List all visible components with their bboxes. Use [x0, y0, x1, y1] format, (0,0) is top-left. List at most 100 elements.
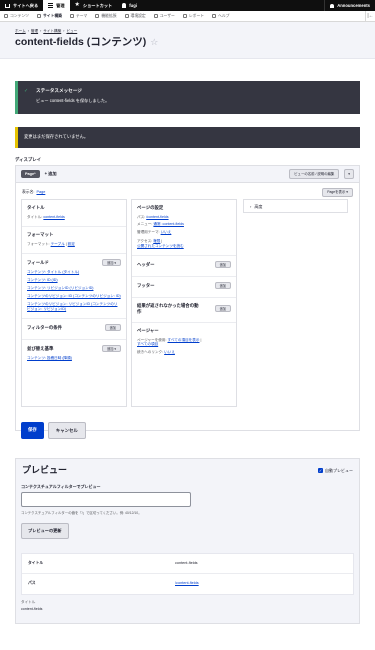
shortcuts-tab[interactable]: ★ ショートカット — [70, 0, 118, 11]
title-section: タイトル タイトル: content-fields — [22, 200, 126, 228]
path-row: パス: /content-fields — [137, 215, 231, 219]
format-settings-link[interactable]: 設定 — [68, 242, 75, 246]
path-link[interactable]: /content-fields — [146, 215, 168, 219]
contextual-filter-input[interactable] — [21, 492, 191, 508]
collapse-icon: |← — [367, 12, 374, 19]
menu-item-content[interactable]: コンテンツ — [0, 11, 33, 22]
collapse-tray-button[interactable]: |← — [365, 10, 375, 22]
advanced-label: 高度 — [254, 204, 263, 210]
view-page-button[interactable]: Pageを表示 ▾ — [322, 188, 353, 197]
announcements-tab[interactable]: Announcements — [324, 0, 375, 11]
title-row: タイトル: content-fields — [27, 215, 121, 219]
table-row: パス /content-fields — [22, 574, 353, 594]
menu-item-extend[interactable]: 機能拡張 — [91, 11, 120, 22]
breadcrumb-views[interactable]: ビュー — [66, 29, 77, 33]
breadcrumb: ホーム › 管理 › サイト構築 › ビュー — [15, 29, 360, 33]
update-preview-button[interactable]: プレビューの更新 — [21, 522, 69, 539]
star-icon: ★ — [74, 2, 80, 8]
user-label: fugi — [129, 2, 137, 8]
no-results-section: 結果が返されなかった場合の動作 追加 — [132, 298, 236, 324]
access-permission-link[interactable]: 公開されたコンテンツを読む — [137, 244, 184, 248]
separator: | — [65, 241, 67, 246]
field-item[interactable]: コンテンツ: タイトル (タイトル) — [27, 270, 121, 274]
menu-item-help[interactable]: ヘルプ — [208, 11, 233, 22]
tab-page-display[interactable]: Page* — [21, 169, 40, 179]
appearance-icon — [69, 14, 74, 18]
breadcrumb-structure[interactable]: サイト構築 — [43, 29, 61, 33]
pager-section-heading: ページャー — [137, 328, 159, 334]
edit-view-dropdown-button[interactable]: ▾ — [344, 169, 354, 179]
header-section-heading: ヘッダー 追加 — [137, 261, 231, 269]
footer-section-title: フッター — [137, 282, 155, 288]
title-row-link[interactable]: content-fields — [43, 215, 64, 219]
more-link-row: 続きへのリンク: いいえ — [137, 350, 231, 354]
fields-add-button[interactable]: 追加 ▾ — [102, 259, 121, 267]
auto-preview-checkbox[interactable]: ✓ 自動プレビュー — [318, 468, 353, 474]
pager-link[interactable]: すべての項目を表示 — [168, 338, 200, 342]
page-header: ホーム › 管理 › サイト構築 › ビュー content-fields (コンテン… — [0, 22, 375, 59]
star-shortcut-icon[interactable]: ☆ — [150, 37, 158, 48]
shortcuts-label: ショートカット — [82, 2, 113, 8]
title-section-heading: タイトル — [27, 205, 45, 211]
menu-label: メニュー: — [137, 222, 153, 227]
admin-menu-tray: コンテンツ サイト構築 テーマ 機能拡張 環境設定 ユーザー レポート ヘルプ … — [0, 10, 375, 22]
pager-row: ページャーを使用: すべての項目を表示 | すべての項目 — [137, 338, 231, 347]
format-section-heading: フォーマット — [27, 232, 54, 238]
pager-items-link[interactable]: すべての項目 — [137, 342, 158, 346]
table-value-link[interactable]: /content-fields — [175, 581, 199, 586]
format-link[interactable]: テーブル — [51, 242, 65, 246]
admin-theme-link[interactable]: いいえ — [161, 230, 172, 234]
save-button[interactable]: 保存 — [21, 422, 44, 439]
admin-theme-row: 管理用テーマ: いいえ — [137, 230, 231, 234]
config-icon — [124, 14, 129, 18]
admin-toolbar: サイトへ戻る 管理 ★ ショートカット fugi Announcements — [0, 0, 375, 11]
more-link[interactable]: いいえ — [164, 350, 175, 354]
field-item[interactable]: コンテンツのリビジョン: リビジョンID (コンテンツのリビジョン: リビジョン… — [27, 302, 121, 311]
field-item[interactable]: コンテンツ: リビジョンID (リビジョンID) — [27, 286, 121, 290]
sort-item[interactable]: コンテンツ: 投稿日時 (降順) — [27, 356, 121, 360]
sort-add-button[interactable]: 追加 ▾ — [102, 345, 121, 353]
menu-item-config[interactable]: 環境設定 — [121, 11, 150, 22]
cancel-button[interactable]: キャンセル — [47, 422, 86, 439]
page-title-row: content-fields (コンテンツ) ☆ — [15, 36, 360, 49]
back-to-site-link[interactable]: サイトへ戻る — [0, 0, 43, 11]
format-row-label: フォーマット: — [27, 241, 50, 246]
home-icon — [5, 4, 10, 8]
preview-header: プレビュー ✓ 自動プレビュー — [16, 459, 359, 476]
preview-body: コンテクスチュアルフィルターでプレビュー コンテクスチュアルフィルターの値を「/… — [16, 476, 359, 611]
menu-item-reports[interactable]: レポート — [179, 11, 208, 22]
field-item[interactable]: コンテンツ: ID (ID) — [27, 278, 121, 282]
filters-add-button[interactable]: 追加 — [104, 324, 121, 332]
no-results-add-button[interactable]: 追加 — [214, 305, 231, 313]
user-tab[interactable]: fugi — [117, 0, 142, 11]
advanced-toggle[interactable]: › 高度 — [244, 200, 347, 213]
sort-section: 並び替え基準 追加 ▾ コンテンツ: 投稿日時 (降順) — [22, 340, 126, 368]
header-section: ヘッダー 追加 — [132, 256, 236, 278]
edit-view-name-button[interactable]: ビューの名前 / 説明の編集 — [289, 169, 340, 179]
menu-item-appearance[interactable]: テーマ — [66, 11, 91, 22]
field-item[interactable]: コンテンツのリビジョン: ID (コンテンツのリビジョン: ID) — [27, 294, 121, 298]
display-name-link[interactable]: Page — [36, 190, 45, 195]
format-row: フォーマット: テーブル | 設定 — [27, 242, 121, 246]
preview-table: タイトル content-fields パス /content-fields — [21, 552, 354, 595]
menu-item-label: 環境設定 — [130, 13, 146, 18]
pager-section: ページャー ページャーを使用: すべての項目を表示 | すべての項目 続きへのリン… — [132, 323, 236, 361]
advanced-column[interactable]: › 高度 — [243, 199, 348, 214]
form-actions: 保存 キャンセル — [21, 422, 86, 439]
table-key: タイトル — [28, 560, 44, 565]
menu-link[interactable]: 通常: content-fields — [153, 222, 184, 226]
display-column-first: タイトル タイトル: content-fields フォーマット フォーマット:… — [21, 199, 127, 408]
footer-add-button[interactable]: 追加 — [214, 282, 231, 290]
add-label: 追加 — [107, 346, 114, 351]
breadcrumb-admin[interactable]: 管理 — [31, 29, 38, 33]
menu-item-people[interactable]: ユーザー — [150, 11, 179, 22]
fields-section-heading: フィールド 追加 ▾ — [27, 259, 121, 267]
menu-item-structure[interactable]: サイト構築 — [33, 11, 66, 22]
header-add-button[interactable]: 追加 — [214, 261, 231, 269]
add-display-button[interactable]: + 追加 — [45, 171, 57, 176]
filters-section-heading: フィルターの条件 追加 — [27, 324, 121, 332]
manage-tab[interactable]: 管理 — [43, 0, 70, 11]
access-link[interactable]: 権限 — [153, 239, 160, 243]
breadcrumb-home[interactable]: ホーム — [15, 29, 26, 33]
format-section: フォーマット フォーマット: テーブル | 設定 — [22, 227, 126, 255]
